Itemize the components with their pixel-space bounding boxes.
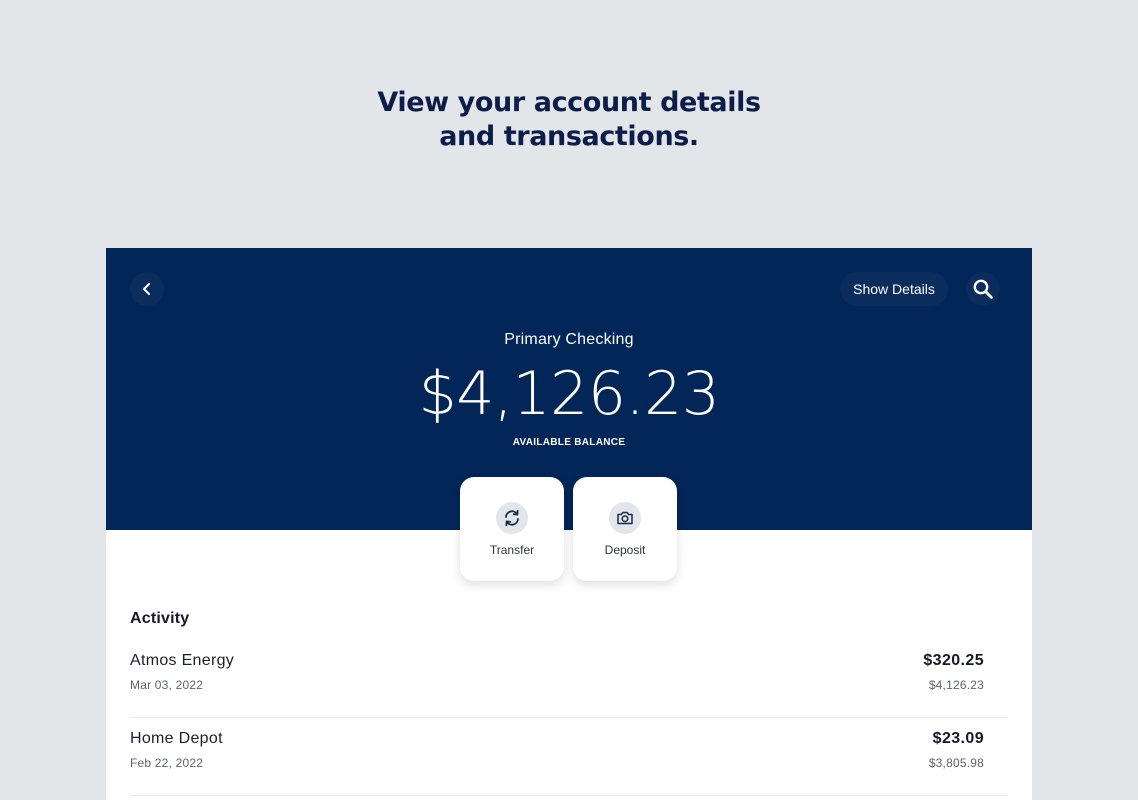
account-screen: Show Details Primary Checking $4,126.23 … [106,248,1032,800]
account-name: Primary Checking [504,331,634,348]
search-icon [972,278,994,300]
transaction-amount: $320.25 [923,652,984,669]
transaction-row[interactable]: Atmos Energy Mar 03, 2022 $320.25 $4,126… [130,639,1008,718]
transaction-running-balance: $3,805.98 [928,756,984,770]
transaction-date: Mar 03, 2022 [130,678,204,692]
transaction-amount: $23.09 [932,730,984,747]
chevron-left-icon [139,281,155,297]
transfer-icon [496,502,528,534]
promo-headline-line-1: View your account details [377,87,761,118]
transaction-row[interactable]: Home Depot Feb 22, 2022 $23.09 $3,805.98 [130,717,1008,796]
account-balance: $4,126.23 [418,359,720,429]
transaction-date: Feb 22, 2022 [130,756,204,770]
activity-heading: Activity [130,610,190,627]
deposit-button[interactable]: Deposit [573,477,677,581]
promo-headline: View your account details and transactio… [0,86,1138,154]
balance-label: AVAILABLE BALANCE [512,437,626,448]
promo-headline-line-2: and transactions. [439,121,699,152]
transfer-label: Transfer [489,543,535,557]
show-details-button[interactable]: Show Details [840,272,948,306]
deposit-label: Deposit [604,543,646,557]
transfer-button[interactable]: Transfer [460,477,564,581]
search-button[interactable] [966,272,1000,306]
camera-icon [609,502,641,534]
transaction-merchant: Atmos Energy [130,652,235,669]
transaction-merchant: Home Depot [130,730,223,747]
account-header: Show Details Primary Checking $4,126.23 … [106,248,1032,530]
transaction-running-balance: $4,126.23 [928,678,984,692]
back-button[interactable] [130,272,164,306]
